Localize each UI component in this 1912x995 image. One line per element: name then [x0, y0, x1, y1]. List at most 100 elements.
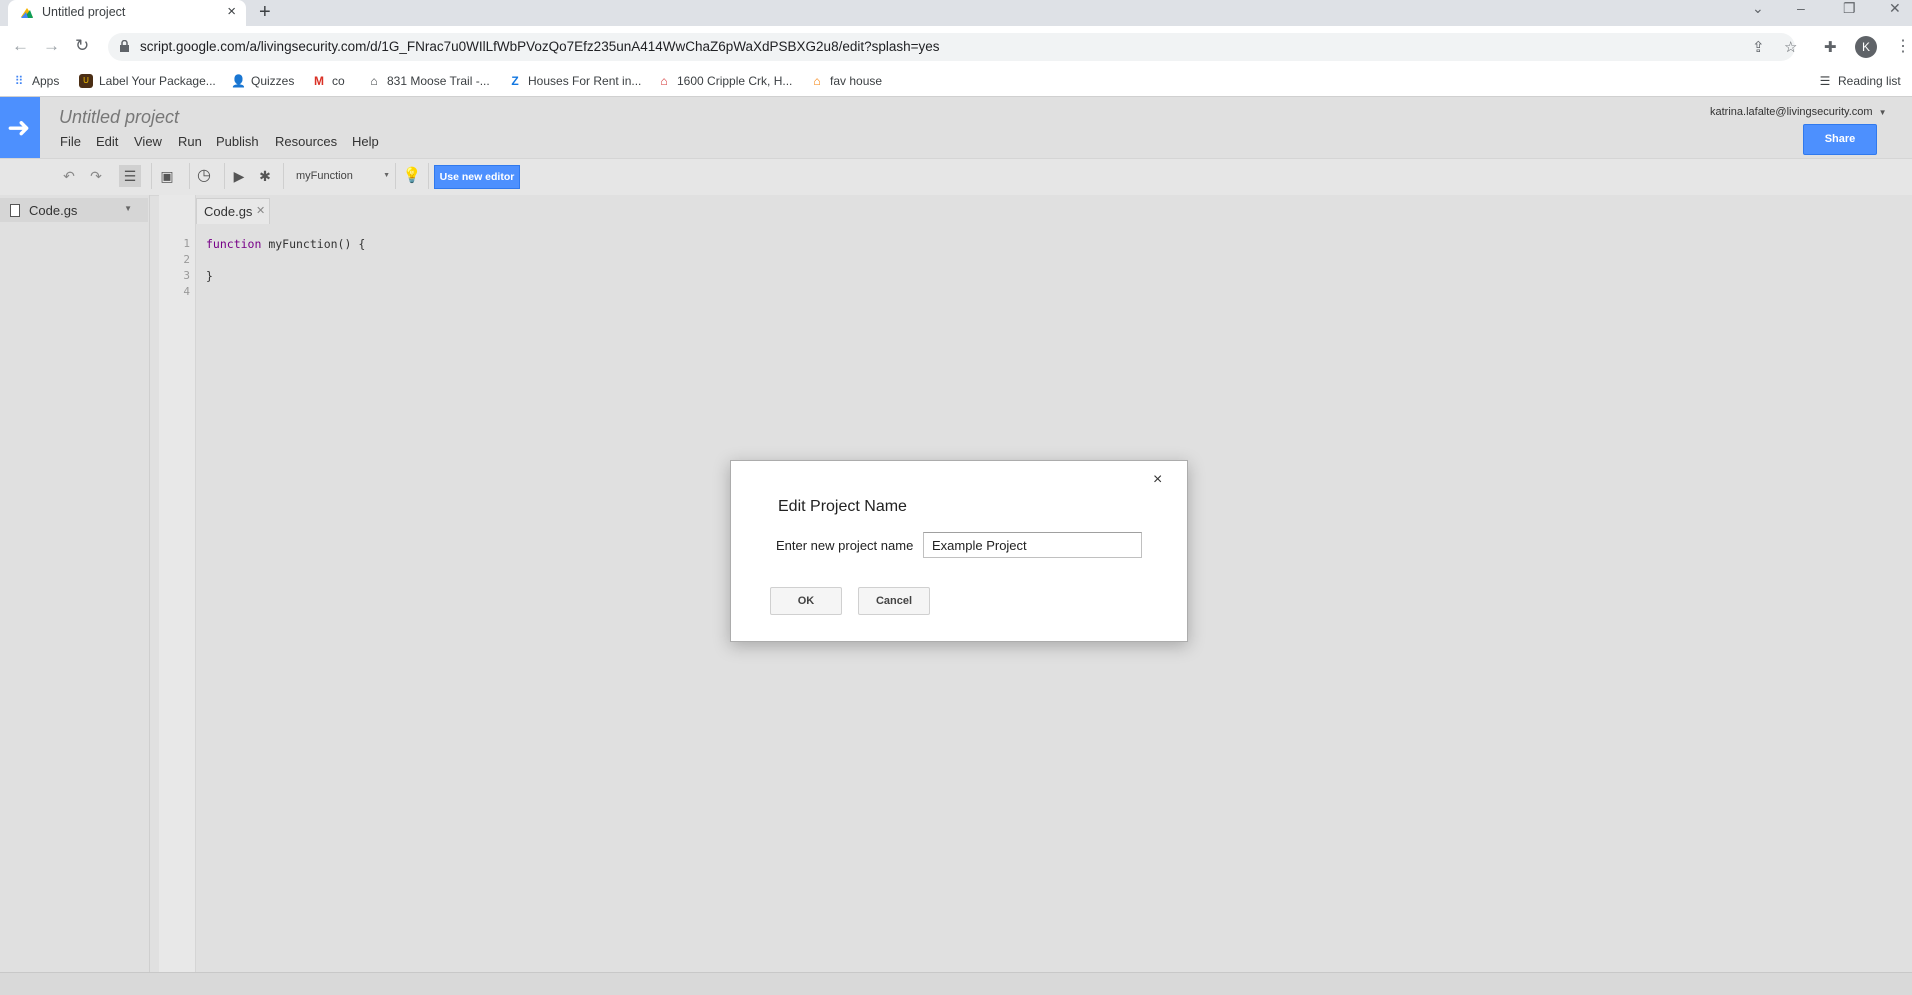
- lock-icon: [120, 40, 129, 52]
- menu-help[interactable]: Help: [352, 134, 379, 149]
- function-select[interactable]: myFunction ▼: [289, 166, 392, 186]
- restore-icon[interactable]: ❐: [1843, 0, 1856, 17]
- bookmark-label: 831 Moose Trail -...: [387, 74, 490, 88]
- toolbar-divider: [189, 163, 190, 189]
- project-title[interactable]: Untitled project: [59, 107, 179, 128]
- editor-tab-code-gs[interactable]: Code.gs ✕: [196, 198, 270, 225]
- bookmark-item[interactable]: ⌂ fav house: [810, 74, 882, 88]
- browser-menu-icon[interactable]: ⋮: [1895, 36, 1911, 56]
- address-bar[interactable]: script.google.com/a/livingsecurity.com/d…: [108, 33, 1795, 61]
- bookmark-star-icon[interactable]: ☆: [1784, 38, 1797, 56]
- run-play-icon[interactable]: ▶: [228, 165, 250, 187]
- reading-list-icon: ☰: [1819, 74, 1831, 88]
- dialog-close-icon[interactable]: ×: [1153, 471, 1162, 489]
- code-keyword: function: [206, 237, 262, 251]
- bookmark-label: Quizzes: [251, 74, 295, 88]
- bookmark-label: co: [332, 74, 345, 88]
- reading-list-label: Reading list: [1838, 74, 1901, 88]
- editor-tab-label: Code.gs: [204, 204, 253, 219]
- editor-tab-close-icon[interactable]: ✕: [256, 204, 265, 217]
- file-list-pane: [0, 195, 150, 972]
- reload-icon[interactable]: ↻: [75, 36, 89, 56]
- ups-icon: U: [79, 74, 93, 88]
- menu-resources[interactable]: Resources: [275, 134, 337, 149]
- file-menu-dropdown-icon[interactable]: ▼: [124, 204, 132, 213]
- status-bar: [0, 972, 1912, 995]
- apps-script-logo[interactable]: ➜: [0, 97, 40, 158]
- project-name-input[interactable]: [923, 532, 1142, 558]
- file-name: Code.gs: [29, 203, 78, 218]
- arrow-right-icon: ➜: [7, 112, 31, 143]
- tab-search-icon[interactable]: ⌄: [1752, 0, 1764, 17]
- save-icon[interactable]: ▣: [156, 165, 178, 187]
- menu-publish[interactable]: Publish: [216, 134, 259, 149]
- project-name-label: Enter new project name: [776, 538, 914, 553]
- bookmark-item[interactable]: U Label Your Package...: [79, 74, 216, 88]
- toolbar-divider: [224, 163, 225, 189]
- menu-run[interactable]: Run: [178, 134, 202, 149]
- file-item-code-gs[interactable]: Code.gs ▼: [0, 198, 148, 222]
- menu-file[interactable]: File: [60, 134, 81, 149]
- url-text: script.google.com/a/livingsecurity.com/d…: [140, 39, 940, 54]
- line-number: 3: [183, 269, 190, 282]
- bookmark-item[interactable]: ⌂ 831 Moose Trail -...: [367, 74, 490, 88]
- indent-icon[interactable]: ☰: [119, 165, 141, 187]
- browser-tab[interactable]: Untitled project ×: [8, 0, 246, 26]
- menu-view[interactable]: View: [134, 134, 162, 149]
- code-line-3: }: [206, 269, 213, 283]
- bookmark-item[interactable]: M co: [312, 74, 345, 88]
- bookmark-item[interactable]: 👤 Quizzes: [231, 74, 294, 88]
- bookmarks-bar: ⠿ Apps U Label Your Package... 👤 Quizzes…: [0, 68, 1912, 97]
- user-email: katrina.lafalte@livingsecurity.com: [1710, 106, 1873, 118]
- file-icon: [10, 204, 20, 217]
- function-select-value: myFunction: [296, 170, 353, 182]
- toolbar-divider: [428, 163, 429, 189]
- profile-avatar[interactable]: K: [1855, 36, 1877, 58]
- undo-icon[interactable]: ↶: [58, 165, 80, 187]
- forward-icon[interactable]: →: [43, 36, 60, 56]
- apps-grid-icon: ⠿: [14, 74, 24, 88]
- lightbulb-icon[interactable]: 💡: [401, 165, 423, 187]
- minimize-icon[interactable]: –: [1797, 0, 1805, 16]
- tab-close-icon[interactable]: ×: [227, 3, 236, 20]
- account-dropdown-icon: ▼: [1878, 108, 1887, 117]
- use-new-editor-button[interactable]: Use new editor: [434, 165, 520, 189]
- bookmark-label: 1600 Cripple Crk, H...: [677, 74, 793, 88]
- bookmark-apps[interactable]: ⠿ Apps: [12, 74, 60, 88]
- debug-bug-icon[interactable]: ✱: [254, 165, 276, 187]
- toolbar-divider: [395, 163, 396, 189]
- redo-icon[interactable]: ↷: [85, 165, 107, 187]
- cancel-button[interactable]: Cancel: [858, 587, 930, 615]
- editor-tabs-bar: [159, 195, 1912, 225]
- code-text: myFunction() {: [261, 237, 366, 251]
- ok-button[interactable]: OK: [770, 587, 842, 615]
- line-number: 2: [183, 253, 190, 266]
- editor-gutter: [159, 195, 196, 972]
- extensions-icon[interactable]: ✚: [1824, 38, 1837, 56]
- share-page-icon[interactable]: ⇪: [1752, 38, 1765, 56]
- browser-tab-strip: [0, 0, 1912, 26]
- back-icon[interactable]: ←: [12, 36, 29, 56]
- close-window-icon[interactable]: ✕: [1889, 0, 1901, 17]
- line-number: 4: [183, 285, 190, 298]
- reading-list-button[interactable]: ☰ Reading list: [1818, 74, 1901, 88]
- tab-title: Untitled project: [42, 5, 126, 19]
- line-number: 1: [183, 237, 190, 250]
- zillow-icon: Z: [511, 74, 519, 88]
- share-button[interactable]: Share: [1803, 124, 1877, 155]
- bookmark-label: Label Your Package...: [99, 74, 216, 88]
- house-outline-icon: ⌂: [370, 74, 378, 88]
- red-house-icon: ⌂: [660, 74, 668, 88]
- toolbar-divider: [151, 163, 152, 189]
- new-tab-button[interactable]: +: [259, 1, 271, 24]
- editor-toolbar: [0, 158, 1912, 196]
- toolbar-divider: [283, 163, 284, 189]
- chevron-down-icon: ▼: [383, 172, 390, 179]
- bookmark-item[interactable]: ⌂ 1600 Cripple Crk, H...: [657, 74, 792, 88]
- triggers-clock-icon[interactable]: ◷: [193, 165, 215, 187]
- apps-script-favicon-icon: [21, 8, 33, 18]
- dialog-title: Edit Project Name: [778, 498, 907, 515]
- bookmark-item[interactable]: Z Houses For Rent in...: [508, 74, 641, 88]
- user-account[interactable]: katrina.lafalte@livingsecurity.com ▼: [1710, 106, 1887, 118]
- menu-edit[interactable]: Edit: [96, 134, 118, 149]
